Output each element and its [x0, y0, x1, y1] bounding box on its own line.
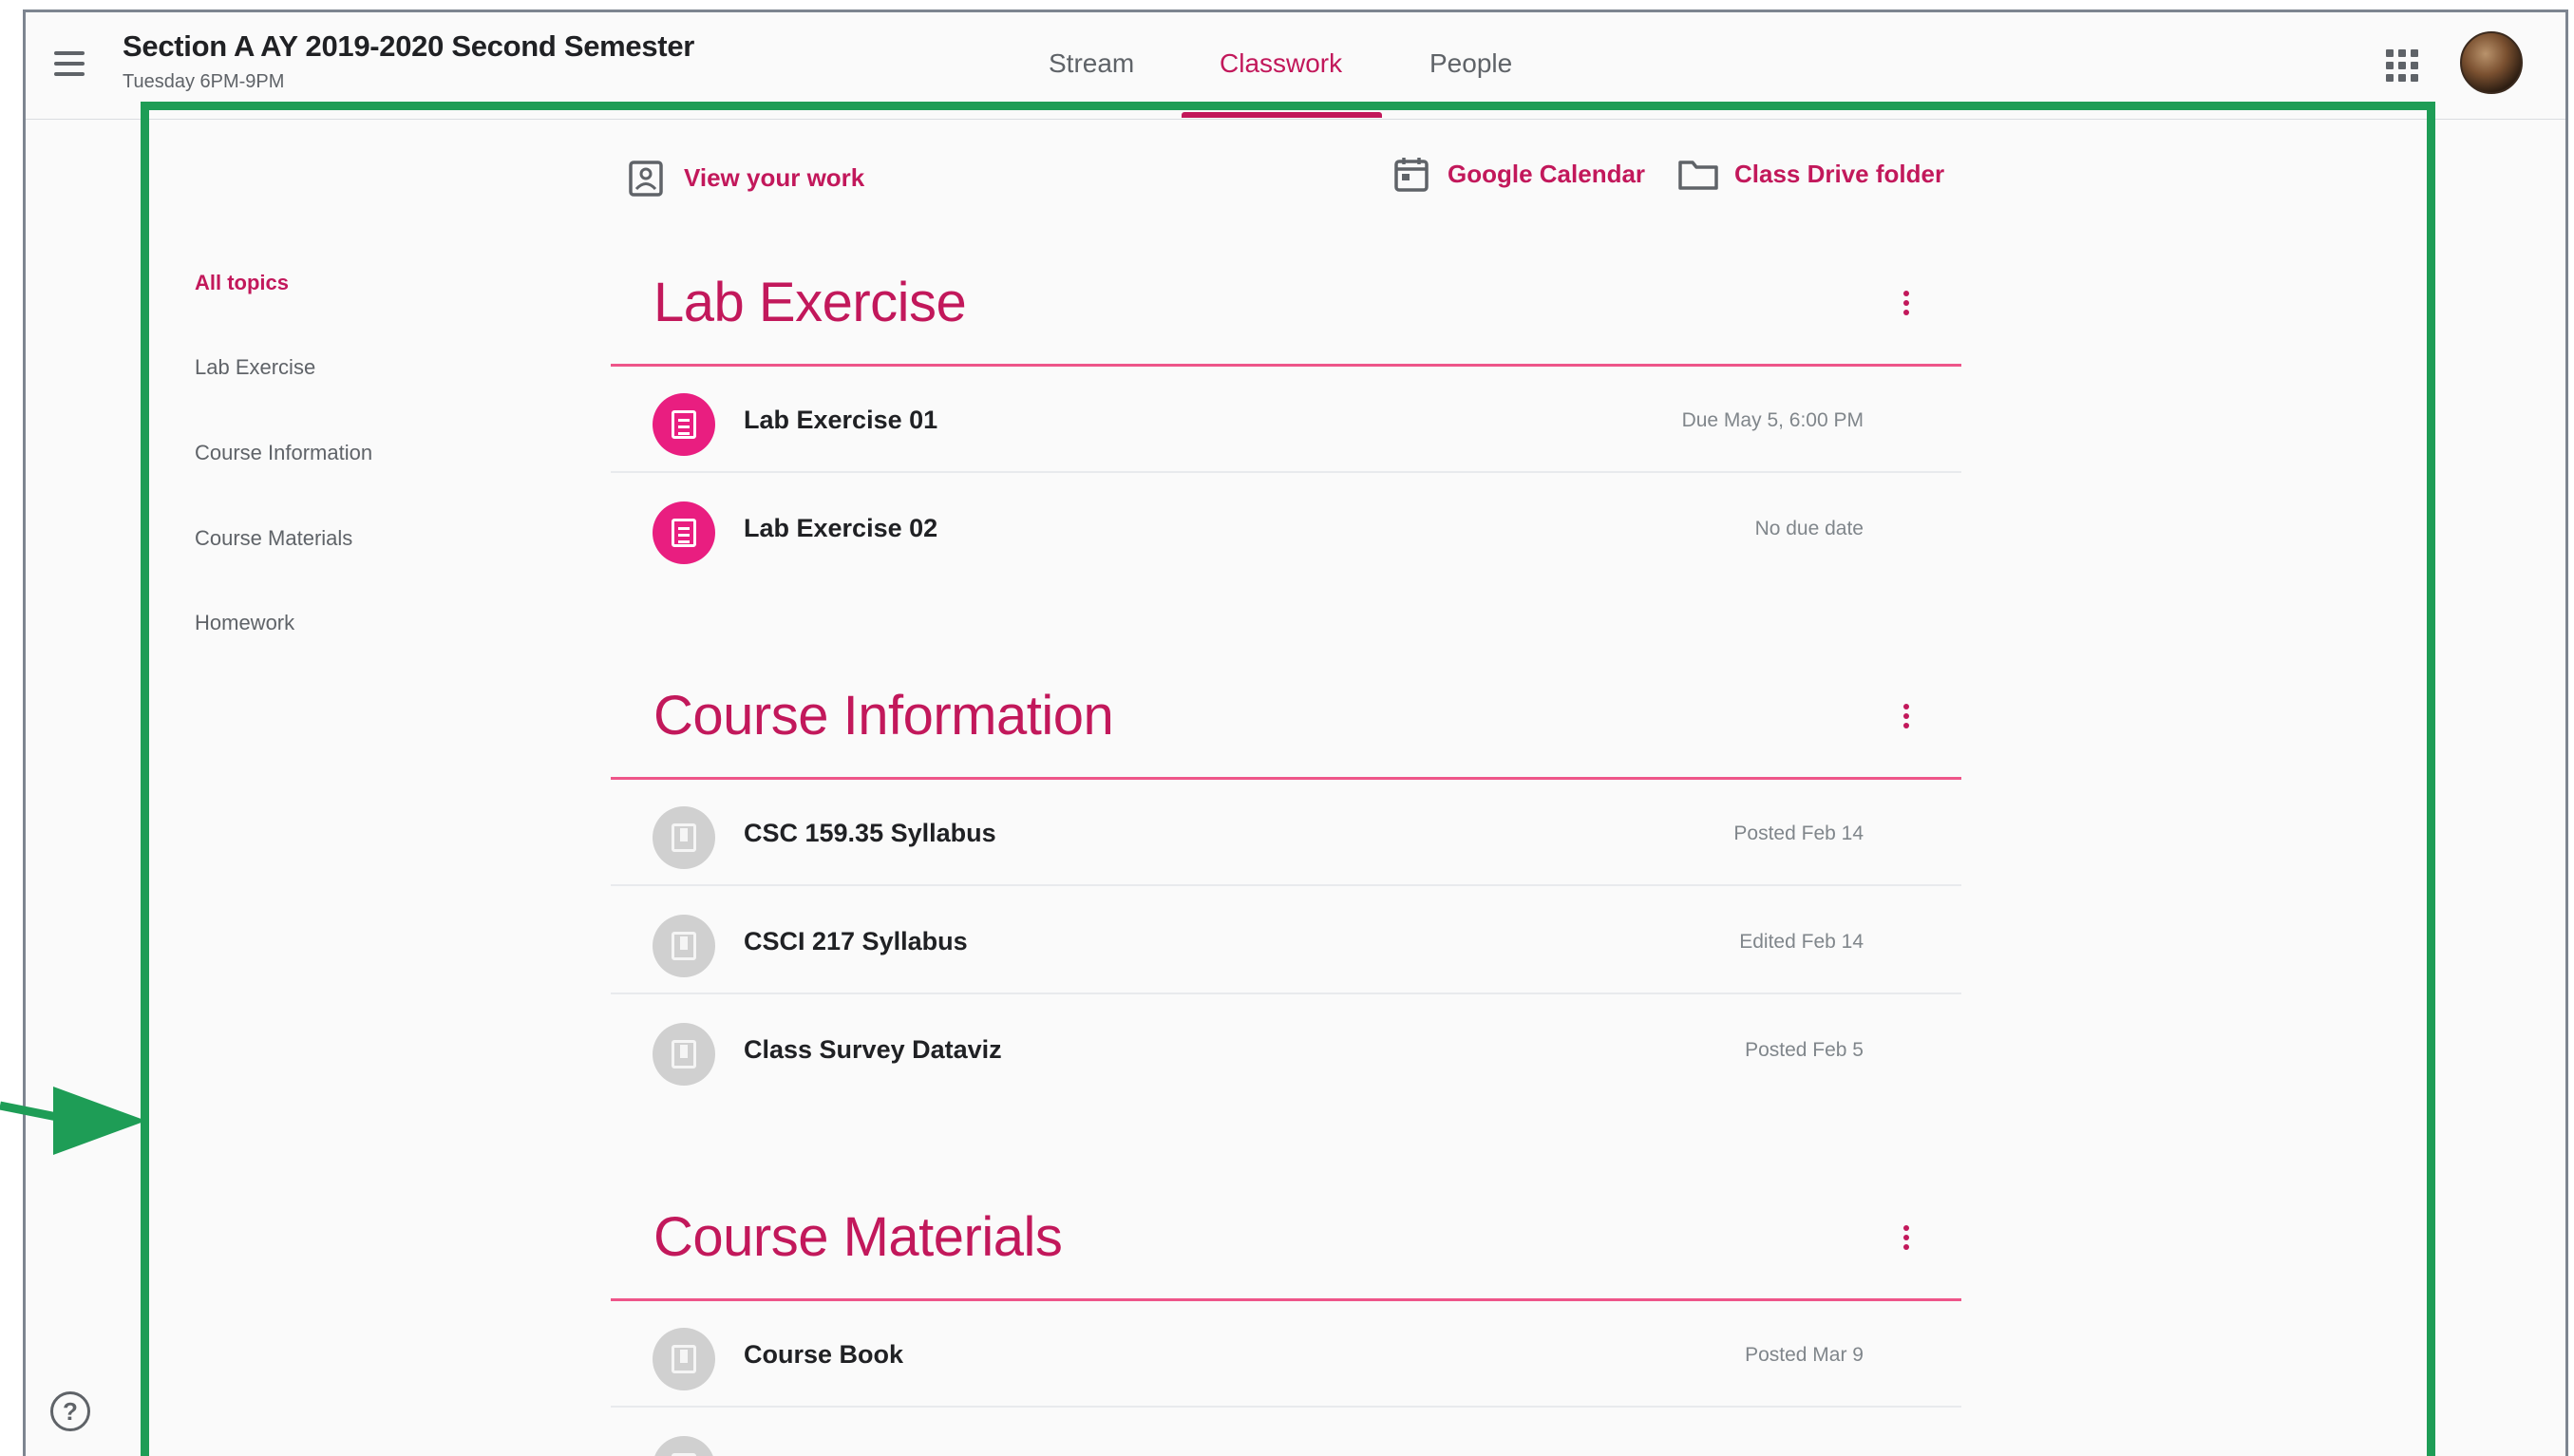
section-title-course-materials: Course Materials — [653, 1206, 1063, 1268]
material-icon — [653, 1328, 715, 1390]
item-title: Class Survey Dataviz — [744, 1035, 1002, 1064]
list-item[interactable]: CSCI 217 Syllabus Edited Feb 14 — [611, 888, 1961, 994]
view-your-work-label: View your work — [684, 163, 865, 192]
item-title: Lab Exercise 01 — [744, 406, 938, 434]
menu-icon[interactable] — [48, 45, 90, 86]
sidenav-item-course-materials[interactable]: Course Materials — [195, 526, 352, 551]
view-your-work-link[interactable]: View your work — [627, 161, 865, 197]
item-meta: Due May 5, 6:00 PM — [1681, 409, 1864, 431]
apps-grid-icon[interactable] — [2383, 47, 2421, 85]
tab-people[interactable]: People — [1429, 48, 1512, 79]
tab-classwork[interactable]: Classwork — [1220, 48, 1342, 79]
item-meta: Posted Feb 14 — [1733, 823, 1864, 844]
item-title: Lab Exercise 02 — [744, 514, 938, 542]
sidenav-item-all-topics[interactable]: All topics — [195, 271, 289, 295]
item-meta: No due date — [1754, 518, 1864, 539]
more-vert-icon[interactable] — [1901, 704, 1912, 734]
annotation-arrow — [0, 1087, 146, 1155]
help-icon[interactable]: ? — [50, 1391, 90, 1431]
class-title[interactable]: Section A AY 2019-2020 Second Semester — [123, 29, 694, 64]
section-title-lab-exercise: Lab Exercise — [653, 272, 967, 333]
material-icon — [653, 1023, 715, 1086]
class-drive-folder-link[interactable]: Class Drive folder — [1677, 160, 1945, 190]
more-vert-icon[interactable] — [1901, 1225, 1912, 1256]
list-item[interactable]: Lab Exercise 02 No due date — [611, 475, 1961, 581]
account-box-icon — [629, 161, 663, 197]
google-calendar-label: Google Calendar — [1448, 160, 1646, 188]
sidenav-item-course-information[interactable]: Course Information — [195, 441, 372, 465]
sidenav-item-lab-exercise[interactable]: Lab Exercise — [195, 355, 315, 380]
list-item-partial[interactable] — [611, 1409, 1961, 1456]
calendar-icon — [1394, 158, 1429, 192]
class-schedule: Tuesday 6PM-9PM — [123, 71, 285, 92]
list-item[interactable]: Course Book Posted Mar 9 — [611, 1301, 1961, 1408]
item-meta: Edited Feb 14 — [1739, 931, 1864, 953]
item-meta: Posted Mar 9 — [1745, 1344, 1864, 1366]
class-drive-folder-label: Class Drive folder — [1734, 160, 1945, 188]
assignment-icon — [653, 501, 715, 564]
section-title-course-information: Course Information — [653, 685, 1114, 747]
sidenav-item-homework[interactable]: Homework — [195, 611, 294, 635]
assignment-icon — [653, 393, 715, 456]
item-meta: Posted Feb 5 — [1745, 1039, 1864, 1061]
item-title: CSC 159.35 Syllabus — [744, 819, 996, 847]
material-icon — [653, 806, 715, 869]
more-vert-icon[interactable] — [1901, 291, 1912, 321]
material-icon — [653, 1436, 715, 1456]
list-item[interactable]: CSC 159.35 Syllabus Posted Feb 14 — [611, 780, 1961, 886]
item-title: Course Book — [744, 1340, 904, 1369]
tab-stream[interactable]: Stream — [1049, 48, 1134, 79]
material-icon — [653, 915, 715, 977]
item-title: CSCI 217 Syllabus — [744, 927, 968, 955]
list-item[interactable]: Lab Exercise 01 Due May 5, 6:00 PM — [611, 367, 1961, 473]
folder-icon — [1678, 161, 1718, 190]
google-calendar-link[interactable]: Google Calendar — [1392, 158, 1646, 192]
list-item[interactable]: Class Survey Dataviz Posted Feb 5 — [611, 996, 1961, 1103]
avatar[interactable] — [2460, 31, 2523, 94]
